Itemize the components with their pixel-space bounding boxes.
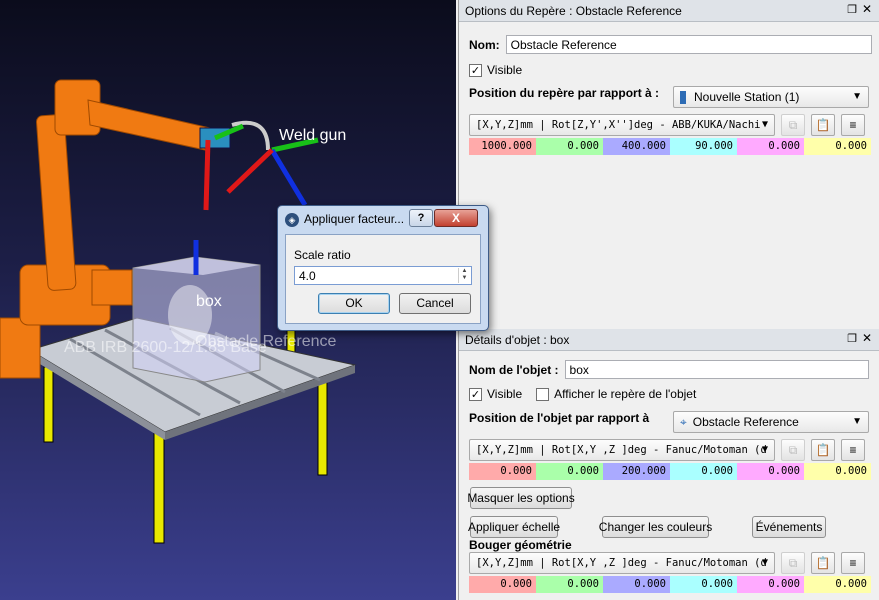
dialog-body: Scale ratio 4.0 ▲ ▼ OK Cancel	[285, 234, 481, 324]
geometry-values-row: 0.000 0.000 0.000 0.000 0.000 0.000	[469, 576, 871, 593]
value-y[interactable]: 0.000	[536, 138, 603, 155]
object-position-label: Position de l'objet par rapport à	[469, 411, 650, 425]
format-value: [X,Y,Z]mm | Rot[Z,Y',X'']deg - ABB/KUKA/…	[476, 119, 761, 131]
panel-title-text: Options du Repère : Obstacle Reference	[465, 4, 682, 18]
object-label: box	[196, 293, 222, 310]
close-icon[interactable]: ✕	[862, 331, 872, 345]
format-combo[interactable]: [X,Y,Z]mm | Rot[Z,Y',X'']deg - ABB/KUKA/…	[469, 114, 775, 136]
scale-ratio-label: Scale ratio	[294, 248, 351, 262]
panel-title: Détails d'objet : box ❐ ✕	[459, 329, 879, 351]
menu-button[interactable]: ≡	[841, 552, 865, 574]
object-details-panel: Détails d'objet : box ❐ ✕ Nom de l'objet…	[458, 329, 879, 600]
value-y[interactable]: 0.000	[536, 463, 603, 480]
chevron-down-icon: ▼	[761, 557, 768, 568]
object-name-input[interactable]	[564, 360, 869, 379]
float-icon[interactable]: ❐	[847, 332, 857, 345]
object-values-row: 0.000 0.000 200.000 0.000 0.000 0.000	[469, 463, 871, 480]
object-name-label: Nom de l'objet :	[469, 362, 559, 377]
chevron-down-icon: ▼	[761, 444, 768, 455]
value-rx[interactable]: 90.000	[670, 138, 737, 155]
dialog-title: Appliquer facteur...	[304, 212, 405, 226]
spin-arrows-icon[interactable]: ▲ ▼	[458, 268, 470, 283]
chevron-down-icon: ▼	[761, 119, 768, 130]
value-ry[interactable]: 0.000	[737, 138, 804, 155]
robot-motor	[91, 269, 133, 306]
object-format-value: [X,Y,Z]mm | Rot[X,Y ,Z ]deg - Fanuc/Moto…	[476, 444, 767, 456]
value-x[interactable]: 0.000	[469, 576, 536, 593]
value-ry[interactable]: 0.000	[737, 463, 804, 480]
visible-label: Visible	[487, 387, 523, 401]
frame-values-row: 1000.000 0.000 400.000 90.000 0.000 0.00…	[469, 138, 871, 155]
panel-title: Options du Repère : Obstacle Reference ❐…	[459, 0, 879, 22]
chevron-down-icon: ▼	[852, 416, 862, 427]
value-z[interactable]: 0.000	[603, 576, 670, 593]
scale-ratio-input[interactable]: 4.0 ▲ ▼	[294, 266, 472, 285]
table-leg	[43, 366, 54, 443]
robot-lower-arm	[36, 114, 77, 291]
panel-title-text: Détails d'objet : box	[465, 333, 570, 347]
paste-button[interactable]: 📋	[811, 439, 835, 461]
value-z[interactable]: 200.000	[603, 463, 670, 480]
geometry-format-value: [X,Y,Z]mm | Rot[X,Y ,Z ]deg - Fanuc/Moto…	[476, 557, 767, 569]
visible-checkbox[interactable]: ✓	[469, 387, 482, 401]
reference-combo[interactable]: Nouvelle Station (1) ▼	[673, 86, 869, 108]
app-icon: ◈	[285, 213, 299, 227]
menu-button[interactable]: ≡	[841, 114, 865, 136]
float-icon[interactable]: ❐	[847, 3, 857, 16]
copy-button[interactable]: ⧉	[781, 439, 805, 461]
table-leg	[153, 427, 165, 544]
object-reference-value: Obstacle Reference	[692, 415, 799, 429]
name-label: Nom:	[469, 37, 500, 52]
help-button[interactable]: ?	[409, 209, 433, 227]
value-x[interactable]: 1000.000	[469, 138, 536, 155]
cancel-button[interactable]: Cancel	[399, 293, 471, 314]
value-y[interactable]: 0.000	[536, 576, 603, 593]
table-leg	[317, 369, 328, 476]
frame-icon: ⌖	[680, 414, 687, 429]
position-label: Position du repère par rapport à :	[469, 86, 660, 100]
paste-button[interactable]: 📋	[811, 552, 835, 574]
geometry-format-combo[interactable]: [X,Y,Z]mm | Rot[X,Y ,Z ]deg - Fanuc/Moto…	[469, 552, 775, 574]
dialog-close-button[interactable]: X	[434, 209, 478, 227]
robot-label: ABB IRB 2600-12/1.85 Base	[64, 339, 267, 356]
frame-name-input[interactable]	[505, 35, 872, 54]
scale-dialog: ◈ Appliquer facteur... ? X Scale ratio 4…	[277, 205, 489, 331]
visible-checkbox[interactable]: ✓	[469, 63, 482, 77]
object-reference-combo[interactable]: ⌖ Obstacle Reference ▼	[673, 411, 869, 433]
station-icon	[680, 90, 686, 104]
frame-options-panel: Options du Repère : Obstacle Reference ❐…	[458, 0, 879, 330]
value-x[interactable]: 0.000	[469, 463, 536, 480]
visible-label: Visible	[487, 63, 523, 77]
value-rz[interactable]: 0.000	[804, 138, 871, 155]
scale-ratio-value: 4.0	[299, 269, 316, 283]
value-rx[interactable]: 0.000	[670, 463, 737, 480]
copy-button[interactable]: ⧉	[781, 552, 805, 574]
hide-options-button[interactable]: Masquer les options	[467, 487, 575, 509]
change-colors-button[interactable]: Changer les couleurs	[599, 516, 712, 538]
robot-upper-arm	[87, 99, 211, 151]
value-rz[interactable]: 0.000	[804, 463, 871, 480]
tool-label: Weld gun	[279, 127, 347, 144]
reference-value: Nouvelle Station (1)	[694, 90, 800, 104]
menu-button[interactable]: ≡	[841, 439, 865, 461]
value-rz[interactable]: 0.000	[804, 576, 871, 593]
copy-button[interactable]: ⧉	[781, 114, 805, 136]
events-button[interactable]: Événements	[752, 516, 826, 538]
object-format-combo[interactable]: [X,Y,Z]mm | Rot[X,Y ,Z ]deg - Fanuc/Moto…	[469, 439, 775, 461]
value-rx[interactable]: 0.000	[670, 576, 737, 593]
apply-scale-button[interactable]: Appliquer échelle	[468, 516, 560, 538]
value-ry[interactable]: 0.000	[737, 576, 804, 593]
chevron-down-icon: ▼	[852, 91, 862, 102]
show-frame-label: Afficher le repère de l'objet	[554, 387, 697, 401]
move-geometry-label: Bouger géométrie	[469, 538, 572, 552]
value-z[interactable]: 400.000	[603, 138, 670, 155]
ok-button[interactable]: OK	[318, 293, 390, 314]
close-icon[interactable]: ✕	[862, 2, 872, 16]
robot-base	[0, 317, 41, 379]
show-frame-checkbox[interactable]	[536, 387, 550, 401]
paste-button[interactable]: 📋	[811, 114, 835, 136]
